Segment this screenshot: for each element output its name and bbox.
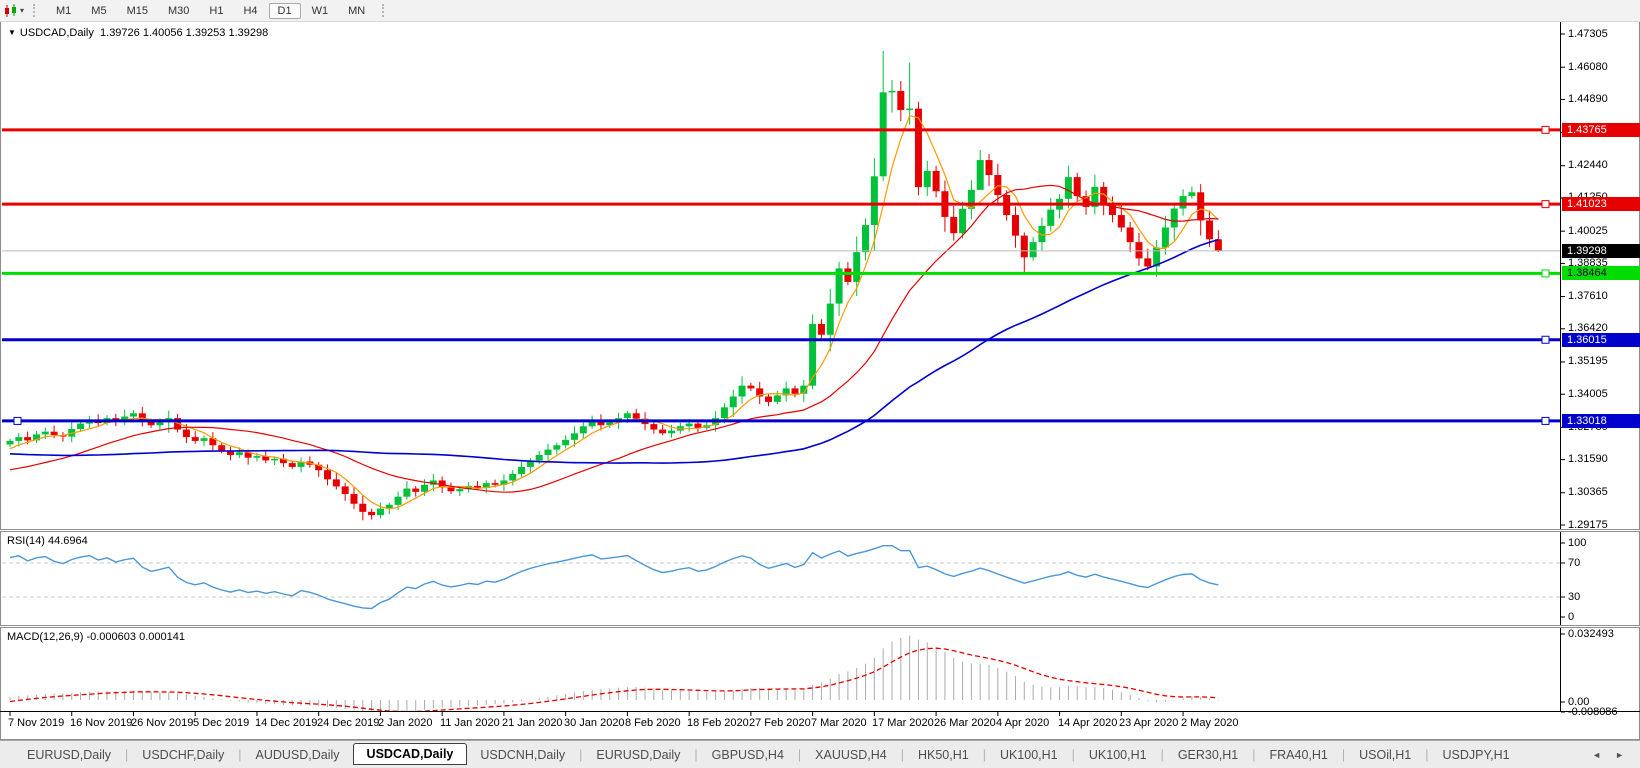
chart-ohlc-values: 1.39726 1.40056 1.39253 1.39298 [100, 27, 268, 39]
rsi-scale-label: 0 [1568, 611, 1574, 623]
date-axis-label: 2 Jan 2020 [378, 717, 432, 729]
chart-window[interactable] [0, 21, 1640, 740]
tab-usdjpy-h1-14[interactable]: USDJPY,H1 [1429, 745, 1522, 765]
price-scale-label: 1.44890 [1568, 93, 1608, 105]
terminal-window: ▾ M1M5M15M30H1H4D1W1MN ▼ USDCAD,Daily 1.3… [0, 0, 1640, 768]
chart-symbol-label: USDCAD,Daily [20, 27, 94, 39]
rsi-scale-label: 70 [1568, 557, 1580, 569]
tab-uk100-h1-9[interactable]: UK100,H1 [987, 745, 1071, 765]
price-scale-label: 1.40025 [1568, 225, 1608, 237]
chart-type-button[interactable]: ▾ [3, 4, 26, 18]
date-axis-label: 26 Nov 2019 [131, 717, 193, 729]
tab-gbpusd-h4-6[interactable]: GBPUSD,H4 [699, 745, 797, 765]
timeframe-button-h1[interactable]: H1 [200, 3, 232, 19]
price-scale-label: 1.30365 [1568, 486, 1608, 498]
tab-usoil-h1-13[interactable]: USOil,H1 [1346, 745, 1424, 765]
date-axis-label: 11 Jan 2020 [440, 717, 500, 729]
tab-scroll-right-icon[interactable]: ► [1615, 750, 1624, 760]
macd-scale-label: 0.032493 [1568, 628, 1614, 640]
date-axis-label: 5 Dec 2019 [193, 717, 249, 729]
date-axis-label: 14 Dec 2019 [255, 717, 317, 729]
timeframe-button-m30[interactable]: M30 [159, 3, 198, 19]
date-axis-label: 4 Apr 2020 [996, 717, 1049, 729]
price-scale-label: 1.31590 [1568, 453, 1608, 465]
timeframe-button-m5[interactable]: M5 [82, 3, 115, 19]
rsi-title: RSI(14) 44.6964 [7, 535, 88, 547]
macd-scale-label: -0.008086 [1568, 706, 1618, 718]
pane-splitter-macd[interactable] [0, 625, 1640, 628]
toolbar-separator [382, 4, 386, 17]
toolbar-grip[interactable] [33, 4, 37, 17]
tab-eurusd-daily-0[interactable]: EURUSD,Daily [14, 745, 124, 765]
macd-title: MACD(12,26,9) -0.000603 0.000141 [7, 631, 185, 643]
symbol-dropdown-icon[interactable]: ▼ [8, 28, 16, 37]
date-axis-label: 7 Nov 2019 [8, 717, 64, 729]
date-axis-label: 17 Mar 2020 [872, 717, 934, 729]
price-scale-label: 1.37610 [1568, 290, 1608, 302]
date-axis-label: 16 Nov 2019 [70, 717, 132, 729]
hline-price-badge: 1.41023 [1562, 197, 1640, 211]
price-scale-label: 1.47305 [1568, 28, 1608, 40]
date-axis-label: 18 Feb 2020 [687, 717, 749, 729]
tab-ger30-h1-11[interactable]: GER30,H1 [1165, 745, 1251, 765]
tab-usdchf-daily-1[interactable]: USDCHF,Daily [129, 745, 237, 765]
price-scale-label: 1.34005 [1568, 388, 1608, 400]
pane-splitter-rsi[interactable] [0, 529, 1640, 532]
date-axis-label: 21 Jan 2020 [502, 717, 563, 729]
tab-fra40-h1-12[interactable]: FRA40,H1 [1257, 745, 1341, 765]
price-scale-label: 1.46080 [1568, 61, 1608, 73]
timeframe-button-w1[interactable]: W1 [303, 3, 338, 19]
rsi-scale-label: 100 [1568, 537, 1586, 549]
timeframe-button-mn[interactable]: MN [339, 3, 374, 19]
tab-uk100-h1-10[interactable]: UK100,H1 [1076, 745, 1160, 765]
date-axis-label: 23 Apr 2020 [1119, 717, 1178, 729]
current-price-badge: 1.39298 [1562, 244, 1640, 258]
tab-xauusd-h4-7[interactable]: XAUUSD,H4 [802, 745, 900, 765]
tab-scroll-left-icon[interactable]: ◄ [1592, 750, 1601, 760]
hline-price-badge: 1.43765 [1562, 123, 1640, 137]
chart-tab-bar: EURUSD,Daily|USDCHF,Daily|AUDUSD,DailyUS… [0, 740, 1640, 768]
timeframe-button-d1[interactable]: D1 [269, 3, 301, 19]
date-axis-label: 24 Dec 2019 [317, 717, 379, 729]
date-axis-label: 8 Feb 2020 [625, 717, 681, 729]
timeframe-button-m1[interactable]: M1 [47, 3, 80, 19]
hline-price-badge: 1.33018 [1562, 414, 1640, 428]
date-axis-label: 2 May 2020 [1181, 717, 1238, 729]
tab-hk50-h1-8[interactable]: HK50,H1 [905, 745, 982, 765]
tab-usdcad-daily-3[interactable]: USDCAD,Daily [353, 743, 468, 765]
date-axis-label: 7 Mar 2020 [811, 717, 867, 729]
hline-price-badge: 1.38464 [1562, 266, 1640, 280]
tab-eurusd-daily-5[interactable]: EURUSD,Daily [583, 745, 693, 765]
hline-price-badge: 1.36015 [1562, 333, 1640, 347]
timeframe-button-h4[interactable]: H4 [234, 3, 266, 19]
date-axis-label: 27 Feb 2020 [749, 717, 811, 729]
date-axis-label: 30 Jan 2020 [564, 717, 625, 729]
timeframe-button-m15[interactable]: M15 [118, 3, 157, 19]
chart-title: ▼ USDCAD,Daily 1.39726 1.40056 1.39253 1.… [8, 27, 268, 39]
price-scale-label: 1.42440 [1568, 159, 1608, 171]
tab-usdcnh-daily-4[interactable]: USDCNH,Daily [467, 745, 578, 765]
rsi-scale-label: 30 [1568, 591, 1580, 603]
candlestick-chart-icon [3, 4, 19, 18]
date-axis-label: 26 Mar 2020 [934, 717, 996, 729]
price-scale-label: 1.35195 [1568, 355, 1608, 367]
timeframe-toolbar: ▾ M1M5M15M30H1H4D1W1MN [0, 0, 1640, 22]
date-axis-label: 14 Apr 2020 [1058, 717, 1117, 729]
tab-audusd-daily-2[interactable]: AUDUSD,Daily [243, 745, 353, 765]
chevron-down-icon: ▾ [20, 6, 24, 15]
